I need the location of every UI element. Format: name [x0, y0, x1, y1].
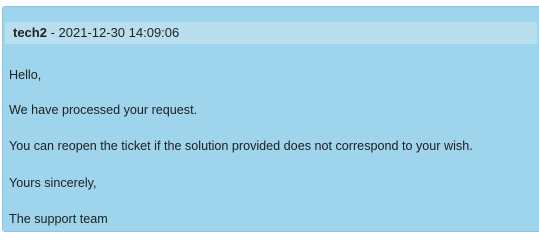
message-line: You can reopen the ticket if the solutio…	[9, 139, 473, 153]
message-header: tech2 - 2021-12-30 14:09:06	[5, 22, 537, 44]
message-author: tech2	[13, 25, 47, 40]
message-greeting: Hello,	[9, 68, 42, 82]
message-closing: Yours sincerely,	[9, 176, 97, 190]
message-timestamp: 2021-12-30 14:09:06	[58, 25, 180, 40]
header-separator: -	[46, 25, 59, 40]
message-signature: The support team	[9, 212, 108, 226]
message-line: We have processed your request.	[9, 103, 198, 117]
